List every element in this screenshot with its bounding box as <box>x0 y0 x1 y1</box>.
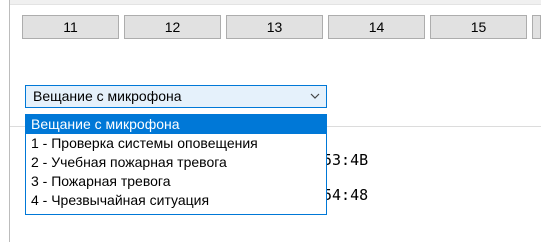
time-label-1: 53:4B <box>323 151 369 169</box>
channel-button-15[interactable]: 15 <box>430 15 527 39</box>
announcement-select[interactable]: Вещание с микрофона <box>25 85 327 108</box>
dropdown-option-microphone[interactable]: Вещание с микрофона <box>26 115 326 134</box>
channel-button-11[interactable]: 11 <box>22 15 119 39</box>
channel-button-16-partial[interactable] <box>532 15 541 39</box>
chevron-down-icon[interactable] <box>310 92 320 100</box>
channel-button-14[interactable]: 14 <box>328 15 425 39</box>
top-divider <box>10 0 541 5</box>
announcement-select-value: Вещание с микрофона <box>33 88 182 104</box>
announcement-dropdown-list: Вещание с микрофона 1 - Проверка системы… <box>25 114 327 215</box>
panel-left-border <box>9 0 10 242</box>
dropdown-option-fire-drill[interactable]: 2 - Учебная пожарная тревога <box>26 153 326 172</box>
dropdown-option-emergency[interactable]: 4 - Чрезвычайная ситуация <box>26 191 326 210</box>
dropdown-option-fire-alarm[interactable]: 3 - Пожарная тревога <box>26 172 326 191</box>
channel-button-12[interactable]: 12 <box>124 15 221 39</box>
channel-button-13[interactable]: 13 <box>226 15 323 39</box>
dropdown-option-system-check[interactable]: 1 - Проверка системы оповещения <box>26 134 326 153</box>
time-label-2: 54:48 <box>323 186 369 204</box>
